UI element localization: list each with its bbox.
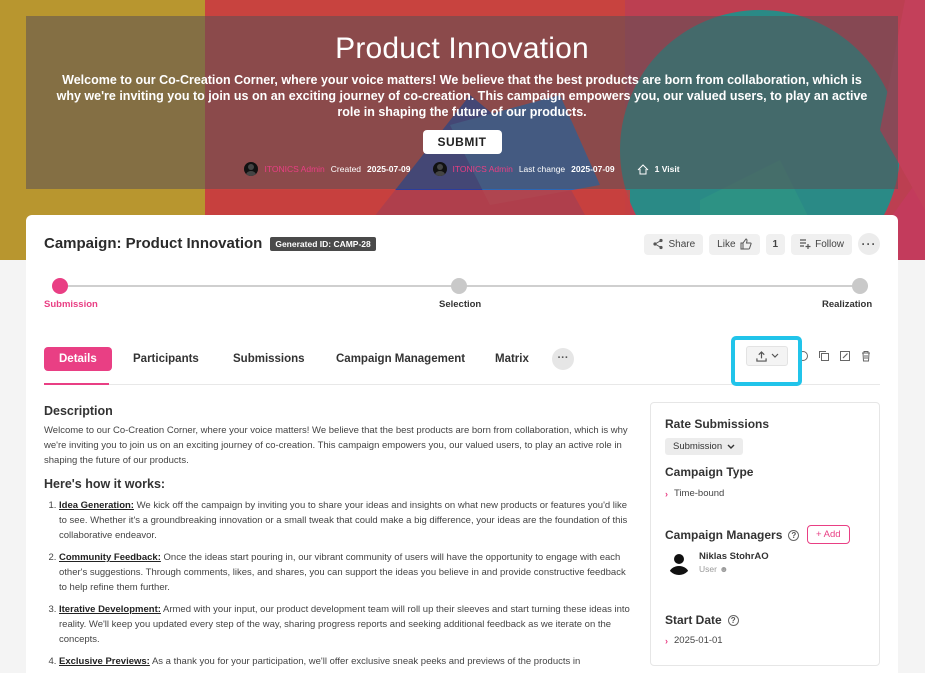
follow-icon bbox=[800, 239, 811, 249]
manager-role: User ☻ bbox=[699, 564, 769, 574]
rate-submissions-dropdown[interactable]: Submission bbox=[665, 438, 744, 455]
created-label: Created bbox=[330, 164, 362, 174]
rate-submissions-value: Submission bbox=[673, 441, 723, 452]
hero-overlay: Product Innovation Welcome to our Co-Cre… bbox=[26, 16, 898, 189]
like-count: 1 bbox=[765, 233, 786, 255]
manager-name: Niklas StohrAO bbox=[699, 551, 769, 562]
copy-icon[interactable] bbox=[818, 350, 830, 362]
hero-title: Product Innovation bbox=[335, 32, 589, 65]
tab-details[interactable]: Details bbox=[44, 347, 112, 371]
campaign-type-item[interactable]: › Time-bound bbox=[665, 488, 724, 499]
step-label-realization: Realization bbox=[822, 299, 873, 310]
tab-participants[interactable]: Participants bbox=[133, 347, 199, 371]
header-actions: Share Like 1 Follow ··· bbox=[644, 233, 880, 255]
export-highlight bbox=[731, 336, 802, 386]
list-item: Idea Generation: We kick off the campaig… bbox=[59, 498, 634, 543]
hero-meta: ITONICS Admin Created 2025-07-09 ITONICS… bbox=[26, 162, 898, 176]
follow-button[interactable]: Follow bbox=[791, 233, 852, 255]
home-icon bbox=[637, 163, 648, 174]
user-icon: ☻ bbox=[719, 564, 729, 574]
changed-label: Last change bbox=[518, 164, 566, 174]
start-date-heading: Start Date? bbox=[665, 613, 739, 627]
list-item-text: As a thank you for your participation, w… bbox=[149, 656, 581, 667]
campaign-type-value: Time-bound bbox=[674, 488, 725, 499]
edit-icon[interactable] bbox=[839, 350, 851, 362]
tab-matrix[interactable]: Matrix bbox=[495, 347, 529, 371]
start-date-label: Start Date bbox=[665, 613, 722, 627]
step-label-submission: Submission bbox=[44, 299, 98, 310]
list-item: Community Feedback: Once the ideas start… bbox=[59, 550, 634, 595]
follow-label: Follow bbox=[815, 238, 844, 250]
created-by-link[interactable]: ITONICS Admin bbox=[264, 164, 324, 174]
manager-item[interactable]: Niklas StohrAO User ☻ bbox=[667, 551, 769, 575]
description-section: Description Welcome to our Co-Creation C… bbox=[44, 404, 634, 673]
share-icon bbox=[653, 238, 664, 250]
rate-submissions-heading: Rate Submissions bbox=[665, 417, 770, 431]
chevron-right-icon: › bbox=[665, 635, 668, 646]
step-dot-submission[interactable] bbox=[52, 278, 68, 294]
tabs-more-button[interactable]: ··· bbox=[552, 348, 574, 370]
step-label-selection: Selection bbox=[439, 299, 482, 310]
how-it-works-heading: Here's how it works: bbox=[44, 477, 166, 491]
list-item-term: Community Feedback: bbox=[59, 552, 161, 563]
avatar bbox=[432, 162, 447, 176]
list-item-term: Iterative Development: bbox=[59, 604, 161, 615]
campaign-managers-heading: Campaign Managers? bbox=[665, 528, 800, 542]
share-label: Share bbox=[668, 238, 696, 250]
thumbs-up-icon bbox=[740, 238, 752, 250]
like-label: Like bbox=[717, 238, 736, 250]
list-item-term: Exclusive Previews: bbox=[59, 656, 150, 667]
how-it-works-list: Idea Generation: We kick off the campaig… bbox=[44, 498, 634, 669]
description-heading: Description bbox=[44, 404, 113, 418]
start-date-value: 2025-01-01 bbox=[674, 635, 723, 646]
start-date-item[interactable]: › 2025-01-01 bbox=[665, 635, 723, 646]
step-dot-realization[interactable] bbox=[852, 278, 868, 294]
description-text: Welcome to our Co-Creation Corner, where… bbox=[44, 425, 628, 466]
manager-role-label: User bbox=[699, 564, 717, 574]
campaign-stepper: Submission Selection Realization bbox=[44, 278, 880, 312]
more-actions-button[interactable]: ··· bbox=[858, 233, 880, 255]
hero-description: Welcome to our Co-Creation Corner, where… bbox=[56, 73, 868, 119]
changed-date: 2025-07-09 bbox=[571, 164, 615, 174]
add-manager-button[interactable]: + Add bbox=[807, 525, 850, 544]
created-date: 2025-07-09 bbox=[367, 164, 411, 174]
chevron-right-icon: › bbox=[665, 488, 668, 499]
campaign-card: Campaign: Product Innovation Generated I… bbox=[26, 215, 898, 673]
submit-button[interactable]: SUBMIT bbox=[422, 130, 502, 154]
chevron-down-icon bbox=[727, 444, 735, 449]
help-icon[interactable]: ? bbox=[788, 530, 800, 542]
list-item-text: We kick off the campaign by inviting you… bbox=[59, 500, 628, 541]
avatar bbox=[244, 162, 259, 176]
help-icon[interactable]: ? bbox=[727, 615, 739, 627]
generated-id-badge: Generated ID: CAMP-28 bbox=[270, 236, 376, 251]
list-item: Exclusive Previews: As a thank you for y… bbox=[59, 654, 634, 669]
avatar bbox=[667, 551, 691, 575]
changed-by-link[interactable]: ITONICS Admin bbox=[453, 164, 513, 174]
tab-campaign-management[interactable]: Campaign Management bbox=[336, 347, 465, 371]
share-button[interactable]: Share bbox=[644, 233, 704, 255]
active-tab-indicator bbox=[44, 383, 109, 385]
campaign-type-heading: Campaign Type bbox=[665, 465, 754, 479]
list-item: Iterative Development: Armed with your i… bbox=[59, 602, 634, 647]
tab-submissions[interactable]: Submissions bbox=[233, 347, 305, 371]
like-button[interactable]: Like bbox=[709, 233, 760, 255]
page-title: Campaign: Product Innovation bbox=[44, 235, 263, 252]
trash-icon[interactable] bbox=[860, 350, 872, 362]
step-dot-selection[interactable] bbox=[451, 278, 467, 294]
campaign-side-panel: Rate Submissions Submission Campaign Typ… bbox=[650, 402, 880, 666]
visit-count: 1 Visit bbox=[654, 164, 680, 174]
campaign-managers-label: Campaign Managers bbox=[665, 528, 783, 542]
list-item-term: Idea Generation: bbox=[59, 500, 134, 511]
